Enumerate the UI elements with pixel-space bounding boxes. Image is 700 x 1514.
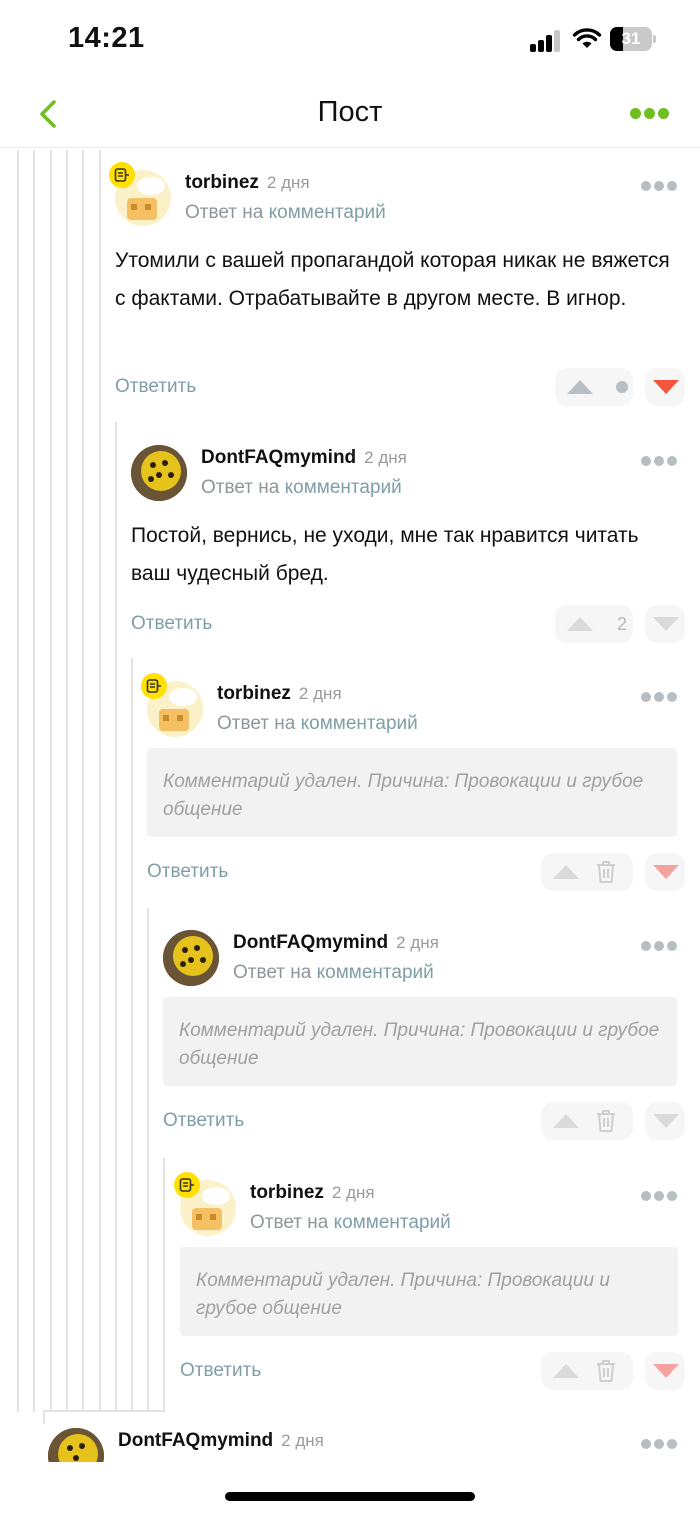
reply-to-link[interactable]: комментарий [301, 713, 418, 734]
trash-icon [597, 1110, 615, 1132]
comment-1: torbinez 2 дня Ответ на комментарий Утоми… [109, 162, 685, 410]
downvote-button[interactable] [645, 853, 685, 891]
reply-to-link[interactable]: комментарий [285, 477, 402, 498]
comment-author[interactable]: DontFAQmymind 2 дня [233, 932, 439, 954]
comment-menu-button[interactable] [641, 941, 677, 953]
comment-menu-button[interactable] [641, 456, 677, 468]
rating-count: 2 [616, 613, 627, 634]
reply-to: Ответ на комментарий [250, 1212, 451, 1233]
reply-button[interactable]: Ответить [115, 376, 196, 398]
badge-icon [109, 162, 135, 188]
downvote-button[interactable] [645, 605, 685, 643]
deleted-notice: Комментарий удален. Причина: Провокации … [163, 997, 677, 1086]
reply-to-link[interactable]: комментарий [317, 962, 434, 983]
upvote-icon[interactable] [567, 380, 593, 394]
rating-indicator [607, 368, 637, 406]
comment-2: DontFAQmymind 2 дня Ответ на комментарий … [131, 445, 685, 645]
comment-author[interactable]: torbinez 2 дня [185, 172, 310, 194]
downvote-button[interactable] [645, 1102, 685, 1140]
comment-time: 2 дня [331, 1183, 375, 1202]
dontfaq-avatar-icon [131, 445, 187, 501]
upvote-icon[interactable] [553, 865, 579, 879]
wifi-icon [572, 28, 602, 48]
comment-5: torbinez 2 дня Ответ на комментарий Комме… [174, 1172, 685, 1395]
comment-body: Постой, вернись, не уходи, мне так нрави… [131, 524, 639, 585]
reply-to: Ответ на комментарий [217, 713, 418, 734]
downvote-button[interactable] [645, 368, 685, 406]
comment-4: DontFAQmymind 2 дня Ответ на комментарий … [163, 930, 685, 1145]
comment-menu-button[interactable] [641, 1439, 677, 1451]
comment-time: 2 дня [281, 1431, 324, 1450]
upvote-icon[interactable] [553, 1114, 579, 1128]
comment-3: torbinez 2 дня Ответ на комментарий Комме… [141, 673, 685, 896]
downvote-icon [653, 617, 679, 631]
downvote-icon [653, 1364, 679, 1378]
nav-bar: Пост [0, 80, 700, 148]
comment-time: 2 дня [364, 448, 407, 467]
avatar[interactable] [163, 930, 219, 986]
battery-icon: 31 [610, 27, 656, 51]
avatar[interactable] [131, 445, 187, 501]
downvote-icon [653, 865, 679, 879]
page-title: Пост [317, 96, 383, 128]
status-time: 14:21 [68, 22, 145, 54]
comment-menu-button[interactable] [641, 692, 677, 704]
reply-to: Ответ на комментарий [185, 202, 386, 223]
reply-to-link[interactable]: комментарий [334, 1212, 451, 1233]
cellular-signal-icon [530, 30, 562, 52]
home-indicator [225, 1492, 475, 1501]
reply-to: Ответ на комментарий [201, 477, 402, 498]
vote-control [541, 1352, 633, 1390]
dontfaq-avatar-icon [163, 930, 219, 986]
comment-6: DontFAQmymind 2 дня [48, 1428, 685, 1462]
reply-button[interactable]: Ответить [163, 1110, 244, 1132]
vote-control [541, 853, 633, 891]
badge-icon [141, 673, 167, 699]
comment-time: 2 дня [266, 173, 310, 192]
vote-control [541, 1102, 633, 1140]
avatar[interactable] [48, 1428, 104, 1462]
upvote-icon[interactable] [553, 1364, 579, 1378]
more-options-button[interactable] [626, 102, 670, 126]
deleted-notice: Комментарий удален. Причина: Провокации … [180, 1247, 678, 1336]
status-bar: 14:21 31 [0, 0, 700, 80]
vote-control [555, 368, 633, 406]
reply-button[interactable]: Ответить [147, 861, 228, 883]
comment-time: 2 дня [396, 933, 439, 952]
comment-time: 2 дня [298, 684, 342, 703]
reply-to-link[interactable]: комментарий [269, 202, 386, 223]
comment-body: Утомили с вашей пропагандой которая ника… [115, 249, 670, 310]
trash-icon [597, 1360, 615, 1382]
downvote-button[interactable] [645, 1352, 685, 1390]
comment-menu-button[interactable] [641, 181, 677, 193]
battery-percent: 31 [621, 29, 641, 48]
comment-author[interactable]: DontFAQmymind 2 дня [118, 1430, 324, 1452]
deleted-notice: Комментарий удален. Причина: Провокации … [147, 748, 677, 837]
comment-author[interactable]: DontFAQmymind 2 дня [201, 447, 407, 469]
comment-author[interactable]: torbinez 2 дня [217, 683, 342, 705]
dontfaq-avatar-icon [48, 1428, 104, 1462]
vote-control: 2 [555, 605, 633, 643]
upvote-icon[interactable] [567, 617, 593, 631]
downvote-icon [653, 380, 679, 394]
downvote-icon [653, 1114, 679, 1128]
reply-button[interactable]: Ответить [131, 613, 212, 635]
badge-icon [174, 1172, 200, 1198]
comment-author[interactable]: torbinez 2 дня [250, 1182, 375, 1204]
trash-icon [597, 861, 615, 883]
reply-to: Ответ на комментарий [233, 962, 434, 983]
reply-button[interactable]: Ответить [180, 1360, 261, 1382]
comment-menu-button[interactable] [641, 1191, 677, 1203]
